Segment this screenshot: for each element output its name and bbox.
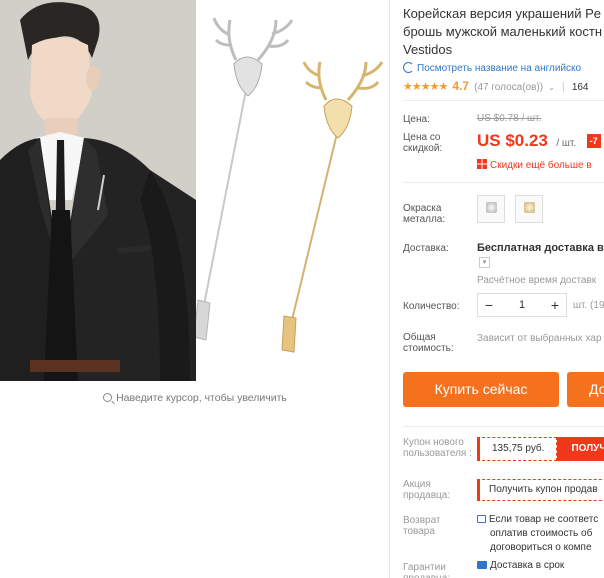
quantity-stepper: − 1 + — [477, 293, 567, 317]
title-line: Корейская версия украшений Pe — [403, 6, 602, 21]
divider — [403, 182, 604, 183]
guarantee-label: Гарантии продавца: — [403, 562, 450, 578]
gold-pin-thumbnail — [524, 202, 535, 213]
shipping-label: Доставка: — [403, 243, 449, 254]
product-info: Корейская версия украшений Pe брошь мужс… — [403, 0, 604, 578]
chevron-down-icon[interactable]: ⌄ — [548, 83, 555, 92]
returns-line: оплатив стоимость об — [490, 528, 593, 539]
discount-price-amount: US $0.23 — [477, 131, 548, 150]
quantity-increase-button[interactable]: + — [544, 294, 566, 316]
color-label: Окраска металла: — [403, 203, 446, 225]
returns-line: Если товар не соответс — [477, 513, 598, 527]
price-unit: / шт. — [556, 138, 577, 149]
title-line: Vestidos — [403, 42, 453, 57]
quantity-input[interactable]: 1 — [500, 299, 544, 311]
quantity-label: Количество: — [403, 301, 460, 312]
quantity-decrease-button[interactable]: − — [478, 294, 500, 316]
get-coupon-button[interactable]: ПОЛУЧ — [557, 437, 604, 461]
product-photo-pins[interactable] — [193, 0, 388, 381]
zoom-hint-text: Наведите курсор, чтобы увеличить — [116, 392, 287, 404]
separator: | — [561, 81, 565, 93]
guarantee-info: Доставка в срок — [477, 560, 564, 571]
delivery-time: Расчётное время доставк — [477, 275, 597, 286]
translate-title-link[interactable]: Посмотреть название на английско — [403, 62, 581, 74]
returns-line: договориться о компе — [490, 542, 592, 553]
chevron-down-icon[interactable]: ▾ — [479, 257, 490, 268]
translate-link-text: Посмотреть название на английско — [417, 63, 582, 74]
promo-link[interactable]: Скидки ещё больше в — [477, 159, 592, 171]
color-swatch-silver[interactable] — [477, 195, 505, 223]
product-title: Корейская версия украшений Pe брошь мужс… — [403, 5, 604, 59]
gift-icon — [477, 159, 487, 169]
product-photo-model[interactable] — [0, 0, 196, 381]
rating-value: 4.7 — [452, 79, 470, 93]
buy-now-button[interactable]: Купить сейчас — [403, 372, 559, 407]
returns-info: Если товар не соответс оплатив стоимость… — [477, 513, 598, 555]
coupon-amount: 135,75 руб. — [477, 437, 558, 461]
rating-row: ★★★★★ 4.7 (47 голоса(ов)) ⌄ | 164 — [403, 79, 589, 93]
price-label: Цена: — [403, 114, 430, 125]
title-line: брошь мужской маленький костн — [403, 24, 603, 39]
return-icon — [477, 515, 486, 523]
magnifier-icon — [103, 393, 113, 402]
original-price: US $0.78 / шт. — [477, 113, 542, 124]
promo-text: Скидки ещё больше в — [490, 160, 592, 171]
discount-badge: -7 — [586, 134, 601, 148]
returns-line-text: Если товар не соответс — [489, 514, 599, 525]
discount-price-label: Цена со скидкой: — [403, 132, 443, 154]
new-user-coupon: 135,75 руб. ПОЛУЧ — [477, 437, 604, 461]
add-to-cart-button[interactable]: До — [567, 372, 604, 407]
total-label: Общая стоимость: — [403, 332, 454, 354]
total-value: Зависит от выбранных хар — [477, 333, 602, 344]
silver-pin-thumbnail — [486, 202, 497, 213]
seller-coupon-button[interactable]: Получить купон продав — [477, 479, 604, 501]
color-swatch-gold[interactable] — [515, 195, 543, 223]
seller-promo-label: Акция продавца: — [403, 479, 451, 501]
returns-label: Возврат товара — [403, 515, 441, 537]
model-illustration — [0, 0, 196, 381]
product-gallery: Наведите курсор, чтобы увеличить — [0, 0, 390, 578]
truck-icon — [477, 561, 487, 569]
quantity-available: шт. (19 — [573, 300, 604, 311]
divider — [403, 426, 604, 427]
pins-illustration — [193, 17, 384, 353]
guarantee-text: Доставка в срок — [490, 560, 565, 571]
translate-icon — [403, 62, 414, 73]
zoom-hint: Наведите курсор, чтобы увеличить — [0, 392, 390, 404]
shipping-method[interactable]: Бесплатная доставка в Р — [477, 242, 604, 254]
new-user-coupon-label: Купон нового пользователя : — [403, 437, 472, 459]
discount-price: US $0.23 / шт. -7 — [477, 131, 601, 151]
votes-link[interactable]: (47 голоса(ов)) — [474, 82, 543, 93]
column-divider — [389, 0, 390, 578]
rating-stars-icon: ★★★★★ — [403, 81, 448, 93]
divider — [403, 100, 604, 101]
orders-count: 164 — [571, 82, 589, 93]
